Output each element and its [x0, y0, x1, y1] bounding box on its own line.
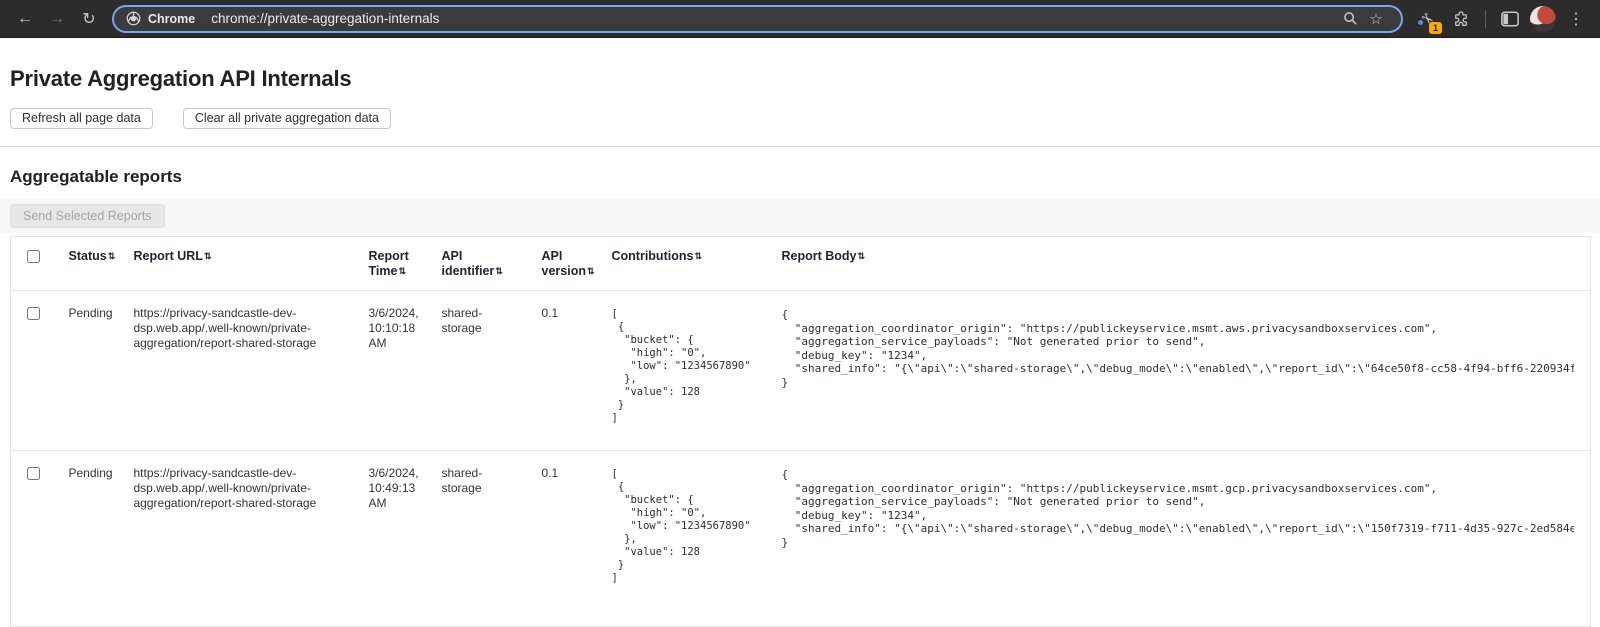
header-status[interactable]: Status⇅: [53, 237, 118, 291]
report-url-cell: https://privacy-sandcastle-dev-dsp.web.a…: [118, 291, 353, 451]
row-checkbox[interactable]: [27, 467, 40, 480]
row-checkbox[interactable]: [27, 307, 40, 320]
aggregatable-reports-heading: Aggregatable reports: [10, 167, 1590, 187]
chrome-logo-icon: [126, 11, 141, 26]
header-api-identifier[interactable]: API identifier⇅: [426, 237, 526, 291]
report-row-1: Pending https://privacy-sandcastle-dev-d…: [11, 291, 1591, 451]
sort-icon: ⇅: [858, 251, 866, 261]
sort-icon: ⇅: [398, 266, 406, 276]
section-divider: [0, 146, 1600, 147]
extension-scissors-icon[interactable]: ✂ 1: [1413, 5, 1441, 33]
api-version-cell: 0.1: [526, 451, 596, 627]
header-report-time[interactable]: Report Time⇅: [353, 237, 426, 291]
report-url-cell: https://privacy-sandcastle-dev-dsp.web.a…: [118, 451, 353, 627]
reload-icon[interactable]: ↻: [74, 4, 104, 34]
aggregatable-reports-table: Status⇅ Report URL⇅ Report Time⇅ API ide…: [10, 236, 1591, 627]
header-contributions[interactable]: Contributions⇅: [596, 237, 766, 291]
search-icon[interactable]: [1337, 11, 1363, 26]
chrome-chip-label: Chrome: [148, 12, 195, 26]
sort-icon: ⇅: [587, 266, 595, 276]
sort-icon: ⇅: [204, 251, 212, 261]
table-header-row: Status⇅ Report URL⇅ Report Time⇅ API ide…: [11, 237, 1591, 291]
scissors-blue-dot: [1418, 20, 1423, 25]
forward-icon: →: [42, 4, 72, 34]
browser-toolbar: ← → ↻ Chrome chrome://private-aggregatio…: [0, 0, 1600, 38]
report-body-json: { "aggregation_coordinator_origin": "htt…: [782, 468, 1575, 549]
select-all-checkbox[interactable]: [27, 250, 40, 263]
url-input[interactable]: chrome://private-aggregation-internals: [211, 11, 1337, 26]
api-version-cell: 0.1: [526, 291, 596, 451]
browser-menu-icon[interactable]: ⋮: [1562, 5, 1590, 33]
page-content: Private Aggregation API Internals Refres…: [0, 66, 1600, 627]
clear-all-button[interactable]: Clear all private aggregation data: [183, 108, 391, 129]
extension-badge: 1: [1429, 22, 1442, 34]
header-api-version[interactable]: API version⇅: [526, 237, 596, 291]
status-cell: Pending: [53, 451, 118, 627]
extensions-puzzle-icon[interactable]: [1447, 5, 1475, 33]
profile-avatar[interactable]: [1530, 6, 1556, 32]
contributions-json: [ { "bucket": { "high": "0", "low": "123…: [612, 308, 750, 425]
side-panel-icon[interactable]: [1496, 5, 1524, 33]
api-identifier-cell: shared-storage: [426, 451, 526, 627]
sort-icon: ⇅: [108, 251, 116, 261]
address-bar[interactable]: Chrome chrome://private-aggregation-inte…: [112, 5, 1403, 33]
back-icon[interactable]: ←: [10, 4, 40, 34]
report-body-json: { "aggregation_coordinator_origin": "htt…: [782, 308, 1575, 389]
report-controls-strip: Send Selected Reports: [0, 199, 1600, 233]
report-row-2: Pending https://privacy-sandcastle-dev-d…: [11, 451, 1591, 627]
header-report-body[interactable]: Report Body⇅: [766, 237, 1591, 291]
page-title: Private Aggregation API Internals: [10, 66, 1590, 92]
send-selected-reports-button[interactable]: Send Selected Reports: [10, 204, 165, 228]
contributions-json: [ { "bucket": { "high": "0", "low": "123…: [612, 468, 750, 585]
refresh-all-button[interactable]: Refresh all page data: [10, 108, 153, 129]
chrome-page-chip: Chrome: [126, 11, 195, 26]
page-actions: Refresh all page data Clear all private …: [10, 108, 1590, 129]
toolbar-separator: [1485, 10, 1486, 28]
bookmark-star-icon[interactable]: ☆: [1363, 10, 1389, 28]
sort-icon: ⇅: [694, 251, 702, 261]
status-cell: Pending: [53, 291, 118, 451]
report-time-cell: 3/6/2024, 10:10:18 AM: [353, 291, 426, 451]
report-time-cell: 3/6/2024, 10:49:13 AM: [353, 451, 426, 627]
header-report-url[interactable]: Report URL⇅: [118, 237, 353, 291]
toolbar-right-cluster: ✂ 1 ⋮: [1413, 5, 1590, 33]
sort-icon: ⇅: [495, 266, 503, 276]
api-identifier-cell: shared-storage: [426, 291, 526, 451]
